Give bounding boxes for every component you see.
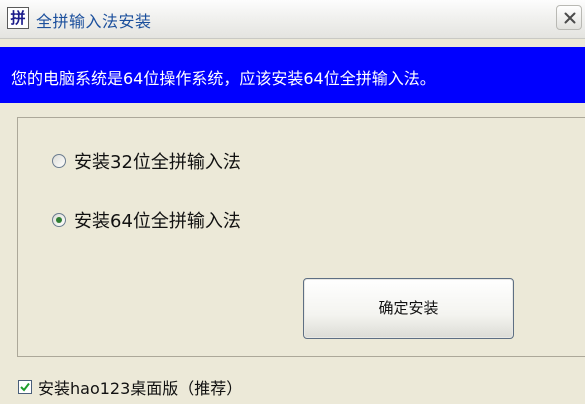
title-bar[interactable]: 拼 全拼输入法安装 <box>0 0 585 39</box>
radio-selected-dot <box>56 217 62 223</box>
radio-32bit[interactable] <box>52 154 66 168</box>
option-64bit-label: 安装64位全拼输入法 <box>74 211 241 232</box>
close-button[interactable] <box>556 5 582 30</box>
close-icon <box>564 12 576 24</box>
confirm-install-button[interactable]: 确定安装 <box>303 278 514 339</box>
option-32bit[interactable]: 安装32位全拼输入法 <box>52 149 241 173</box>
radio-64bit[interactable] <box>52 213 66 227</box>
installer-window: 拼 全拼输入法安装 您的电脑系统是64位操作系统，应该安装64位全拼输入法。 安… <box>0 0 585 404</box>
hao123-option[interactable]: 安装hao123桌面版（推荐） <box>18 377 243 398</box>
hao123-checkbox[interactable] <box>18 380 32 394</box>
option-32bit-label: 安装32位全拼输入法 <box>74 152 241 173</box>
checkmark-icon <box>20 382 30 392</box>
banner-message: 您的电脑系统是64位操作系统，应该安装64位全拼输入法。 <box>11 69 436 88</box>
app-icon: 拼 <box>7 7 29 29</box>
option-64bit[interactable]: 安装64位全拼输入法 <box>52 208 241 232</box>
system-info-banner: 您的电脑系统是64位操作系统，应该安装64位全拼输入法。 <box>0 47 585 103</box>
hao123-label: 安装hao123桌面版（推荐） <box>38 379 243 398</box>
window-title: 全拼输入法安装 <box>36 12 152 31</box>
